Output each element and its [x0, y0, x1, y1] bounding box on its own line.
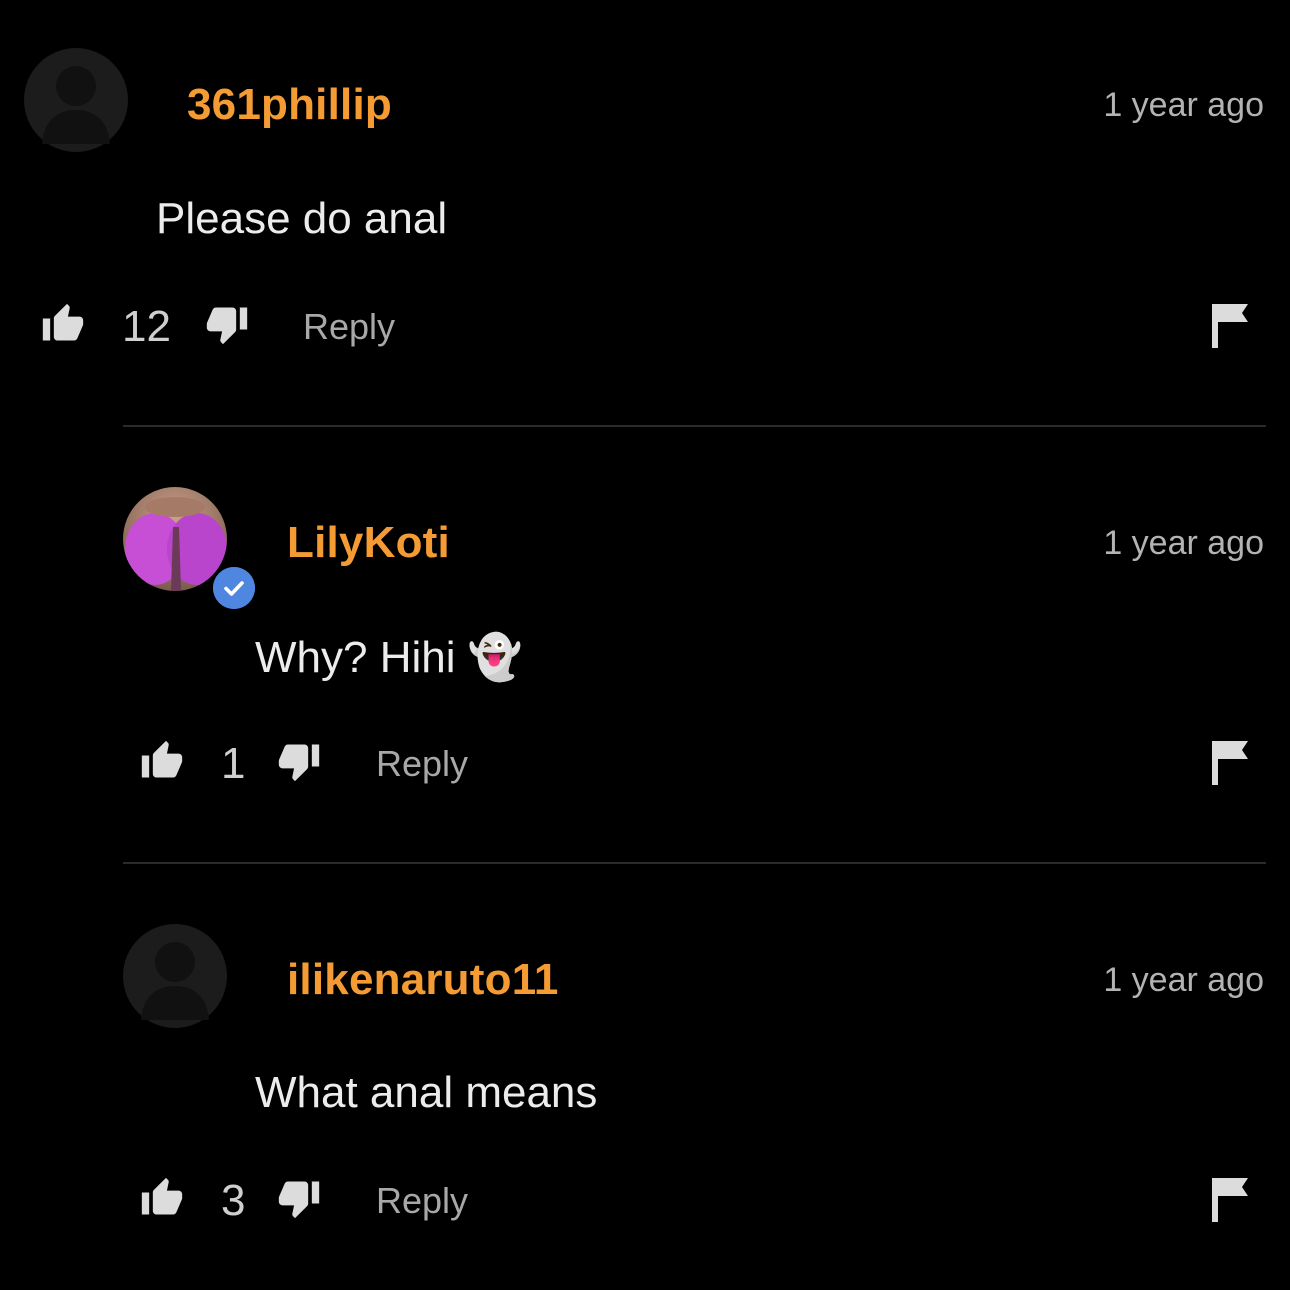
verified-badge: [213, 567, 255, 609]
avatar[interactable]: [123, 487, 255, 609]
flag-icon[interactable]: [1210, 1176, 1250, 1222]
default-avatar-icon: [123, 924, 227, 1028]
comment-item: LilyKoti 1 year ago Why? Hihi 👻 1 Reply: [0, 437, 1290, 837]
avatar[interactable]: [123, 924, 227, 1028]
profile-photo: [123, 487, 227, 591]
reply-button[interactable]: Reply: [303, 306, 395, 348]
comment-timestamp: 1 year ago: [1103, 524, 1264, 562]
comment-actions: 1 Reply: [0, 737, 1290, 797]
like-count: 3: [221, 1176, 246, 1225]
default-avatar-icon: [24, 48, 128, 152]
comment-text: Why? Hihi 👻: [255, 633, 523, 682]
flag-icon[interactable]: [1210, 302, 1250, 348]
thumbs-down-icon[interactable]: [277, 1176, 321, 1220]
comment-actions: 3 Reply: [0, 1174, 1290, 1234]
thumbs-up-icon[interactable]: [140, 1176, 184, 1220]
avatar[interactable]: [24, 48, 128, 152]
comment-actions: 12 Reply: [0, 300, 1290, 360]
comment-timestamp: 1 year ago: [1103, 86, 1264, 124]
like-count: 1: [221, 739, 246, 788]
comment-username[interactable]: LilyKoti: [287, 518, 450, 568]
comment-text: What anal means: [255, 1068, 598, 1117]
comment-item: ilikenaruto11 1 year ago What anal means…: [0, 874, 1290, 1274]
comment-username[interactable]: 361phillip: [187, 80, 392, 130]
comment-item: 361phillip 1 year ago Please do anal 12 …: [0, 0, 1290, 400]
verified-check-icon: [213, 567, 255, 609]
like-count: 12: [122, 302, 171, 351]
comment-username[interactable]: ilikenaruto11: [287, 955, 559, 1005]
thumbs-up-icon[interactable]: [140, 739, 184, 783]
divider: [123, 862, 1266, 864]
thumbs-up-icon[interactable]: [41, 302, 85, 346]
reply-button[interactable]: Reply: [376, 743, 468, 785]
thumbs-down-icon[interactable]: [277, 739, 321, 783]
divider: [123, 425, 1266, 427]
comment-text: Please do anal: [156, 194, 448, 243]
thumbs-down-icon[interactable]: [205, 302, 249, 346]
reply-button[interactable]: Reply: [376, 1180, 468, 1222]
comment-timestamp: 1 year ago: [1103, 961, 1264, 999]
flag-icon[interactable]: [1210, 739, 1250, 785]
